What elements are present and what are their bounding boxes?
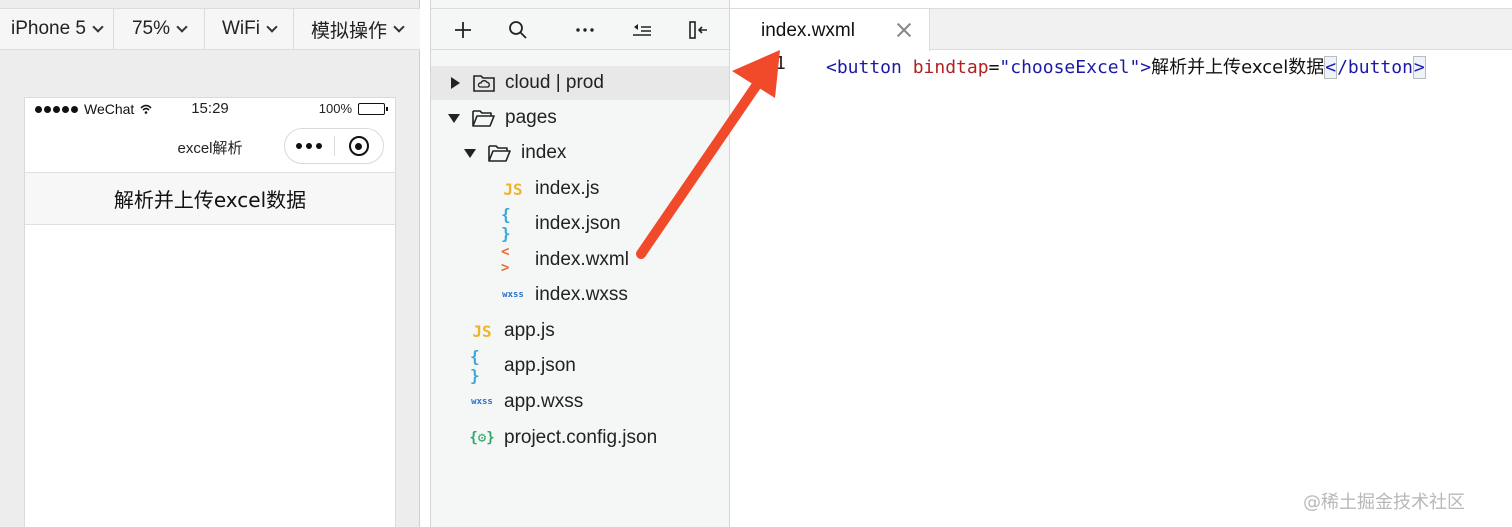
tree-item-label: index.wxss bbox=[535, 284, 628, 305]
zoom-select[interactable]: 75% bbox=[114, 9, 205, 49]
js-file-icon: JS bbox=[472, 321, 492, 341]
tab-index-wxml[interactable]: index.wxml bbox=[731, 8, 930, 51]
close-target-icon[interactable] bbox=[335, 136, 384, 156]
tree-item-label: index.wxml bbox=[535, 249, 629, 270]
wxss-file-icon: wxss bbox=[502, 290, 524, 300]
code-close-tag: /button bbox=[1337, 57, 1413, 78]
tree-item-index-wxss[interactable]: wxss index.wxss bbox=[431, 278, 729, 312]
tree-item-cloud[interactable]: cloud | prod bbox=[431, 66, 729, 100]
chevron-down-icon bbox=[92, 21, 104, 33]
close-icon[interactable] bbox=[895, 21, 913, 39]
code-close-gt: > bbox=[1412, 56, 1426, 79]
network-select[interactable]: WiFi bbox=[205, 9, 294, 49]
collapse-list-icon[interactable] bbox=[631, 19, 653, 41]
tree-item-app-json[interactable]: { } app.json bbox=[431, 347, 729, 385]
tree-item-index-wxml[interactable]: < > index.wxml bbox=[431, 243, 729, 277]
operation-label: 模拟操作 bbox=[310, 19, 387, 42]
plus-icon[interactable] bbox=[452, 19, 474, 41]
caret-right-icon bbox=[451, 77, 460, 89]
tree-item-index-json[interactable]: { } index.json bbox=[431, 205, 729, 243]
device-label: iPhone 5 bbox=[10, 18, 86, 39]
wxss-file-icon: wxss bbox=[471, 397, 493, 407]
cloud-folder-icon bbox=[473, 75, 495, 92]
code-attr-name: bindtap bbox=[901, 57, 989, 78]
folder-open-icon bbox=[472, 110, 495, 127]
json-file-icon: { } bbox=[470, 347, 480, 385]
battery-percent: 100% bbox=[318, 101, 352, 116]
tree-item-label: app.js bbox=[504, 320, 555, 341]
code-open-close: > bbox=[1140, 57, 1152, 78]
code-attr-value: "chooseExcel" bbox=[999, 57, 1141, 78]
tree-item-pages[interactable]: pages bbox=[431, 101, 729, 135]
chevron-down-icon bbox=[393, 21, 405, 33]
tree-item-label: index.json bbox=[535, 213, 621, 234]
battery-icon bbox=[358, 102, 388, 115]
tree-item-app-js[interactable]: JS app.js bbox=[431, 314, 729, 348]
caret-down-icon bbox=[448, 113, 460, 123]
more-dots-icon[interactable] bbox=[285, 143, 334, 149]
tree-item-label: index bbox=[521, 142, 567, 163]
tree-item-project-config[interactable]: {⚙} project.config.json bbox=[431, 421, 729, 455]
editor-pane: index.wxml 1 <button bindtap="chooseExce… bbox=[731, 0, 1512, 527]
tree-item-index-folder[interactable]: index bbox=[431, 136, 729, 170]
simulator-toolbar: iPhone 5 75% WiFi 模拟操作 bbox=[0, 8, 420, 50]
tree-item-label: index.js bbox=[535, 178, 600, 199]
battery-indicator: 100% bbox=[318, 101, 388, 116]
chevron-down-icon bbox=[266, 21, 278, 33]
js-file-icon: JS bbox=[503, 179, 523, 199]
zoom-label: 75% bbox=[131, 18, 171, 39]
parse-excel-button[interactable]: 解析并上传excel数据 bbox=[25, 172, 395, 225]
tree-item-label: project.config.json bbox=[504, 427, 658, 448]
json-file-icon: { } bbox=[501, 205, 511, 243]
editor-tab-strip: index.wxml bbox=[731, 8, 1512, 51]
menu-capsule bbox=[284, 128, 384, 164]
code-line[interactable]: <button bindtap="chooseExcel">解析并上传excel… bbox=[826, 53, 1426, 79]
tab-label: index.wxml bbox=[761, 20, 855, 41]
file-tree-toolbar bbox=[431, 8, 731, 50]
operation-select[interactable]: 模拟操作 bbox=[294, 9, 420, 49]
sidebar-toggle-icon[interactable] bbox=[688, 19, 710, 41]
config-file-icon: {⚙} bbox=[469, 430, 495, 446]
phone-screen: WeChat 15:29 100% excel解析 解析并上传excel数据 bbox=[24, 97, 396, 527]
status-bar: WeChat 15:29 100% bbox=[25, 98, 395, 120]
code-text: 解析并上传excel数据 bbox=[1151, 57, 1325, 78]
wxml-file-icon: < > bbox=[501, 244, 510, 276]
file-tree-pane: cloud | prod pages index JS index.js { }… bbox=[430, 0, 731, 527]
watermark: @稀土掘金技术社区 bbox=[1303, 492, 1465, 513]
tree-item-index-js[interactable]: JS index.js bbox=[431, 172, 729, 206]
more-icon[interactable] bbox=[574, 19, 596, 41]
folder-open-icon bbox=[488, 145, 511, 162]
caret-down-icon bbox=[464, 148, 476, 158]
tree-item-label: pages bbox=[505, 107, 557, 128]
nav-bar: excel解析 bbox=[25, 120, 395, 172]
device-select[interactable]: iPhone 5 bbox=[0, 9, 114, 49]
tree-item-label: app.wxss bbox=[504, 391, 584, 412]
search-icon[interactable] bbox=[507, 19, 529, 41]
chevron-down-icon bbox=[176, 21, 188, 33]
tree-item-app-wxss[interactable]: wxss app.wxss bbox=[431, 385, 729, 419]
tree-item-label: app.json bbox=[504, 355, 576, 376]
simulator-pane: iPhone 5 75% WiFi 模拟操作 WeChat 15:29 100%… bbox=[0, 0, 420, 527]
code-equals: = bbox=[988, 57, 1000, 78]
code-close-lt: < bbox=[1324, 56, 1338, 79]
code-open-tag: <button bbox=[826, 57, 902, 78]
line-number: 1 bbox=[775, 53, 786, 74]
network-label: WiFi bbox=[222, 18, 260, 39]
tree-item-label: cloud | prod bbox=[505, 72, 604, 93]
